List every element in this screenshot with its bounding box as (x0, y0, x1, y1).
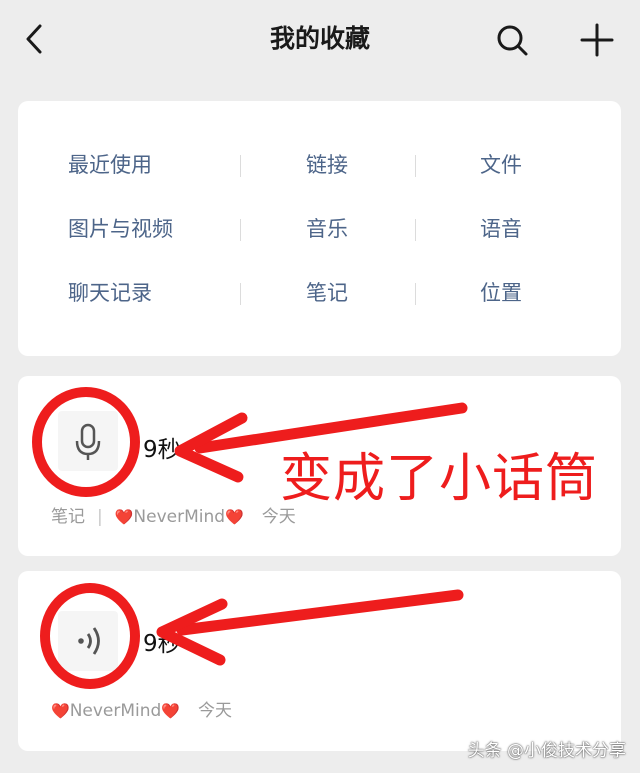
item-time: 今天 (198, 701, 233, 721)
watermark: 头条 @小俊技术分享 (467, 741, 626, 761)
item-thumbnail (58, 411, 118, 471)
plus-icon (580, 23, 614, 57)
item-source: NeverMind (133, 507, 226, 527)
favorite-item[interactable]: 9秒 ❤️NeverMind❤️ 今天 (18, 571, 621, 751)
category-voice[interactable]: 语音 (480, 209, 522, 249)
divider (240, 219, 241, 241)
divider (415, 219, 416, 241)
category-files[interactable]: 文件 (480, 145, 522, 185)
category-photos-videos[interactable]: 图片与视频 (68, 209, 173, 249)
category-row: 图片与视频 音乐 语音 (18, 209, 621, 249)
category-row: 最近使用 链接 文件 (18, 145, 621, 185)
divider (415, 283, 416, 305)
add-button[interactable] (577, 20, 617, 60)
category-links[interactable]: 链接 (306, 145, 348, 185)
search-icon (497, 25, 528, 56)
category-chat-history[interactable]: 聊天记录 (68, 273, 152, 313)
chevron-left-icon (26, 24, 42, 54)
category-row: 聊天记录 笔记 位置 (18, 273, 621, 313)
annotation-text: 变成了小话筒 (280, 449, 599, 509)
category-music[interactable]: 音乐 (306, 209, 348, 249)
item-meta: 笔记 | ❤️NeverMind❤️ 今天 (51, 507, 296, 527)
top-bar: 我的收藏 (0, 0, 640, 78)
item-source: NeverMind (69, 701, 162, 721)
divider (240, 155, 241, 177)
item-thumbnail (58, 611, 118, 671)
search-button[interactable] (492, 20, 532, 60)
item-type-label: 笔记 (51, 507, 85, 527)
category-location[interactable]: 位置 (480, 273, 522, 313)
item-meta: ❤️NeverMind❤️ 今天 (51, 701, 233, 721)
microphone-icon (75, 423, 101, 460)
item-duration: 9秒 (143, 631, 181, 657)
item-duration: 9秒 (143, 437, 181, 463)
category-panel: 最近使用 链接 文件 图片与视频 音乐 语音 聊天记录 笔记 位置 (18, 101, 621, 356)
category-notes[interactable]: 笔记 (306, 273, 348, 313)
divider (240, 283, 241, 305)
page-title: 我的收藏 (269, 24, 370, 53)
category-recent[interactable]: 最近使用 (68, 145, 152, 185)
divider (415, 155, 416, 177)
voice-wave-icon (78, 627, 100, 655)
back-button[interactable] (18, 20, 52, 58)
